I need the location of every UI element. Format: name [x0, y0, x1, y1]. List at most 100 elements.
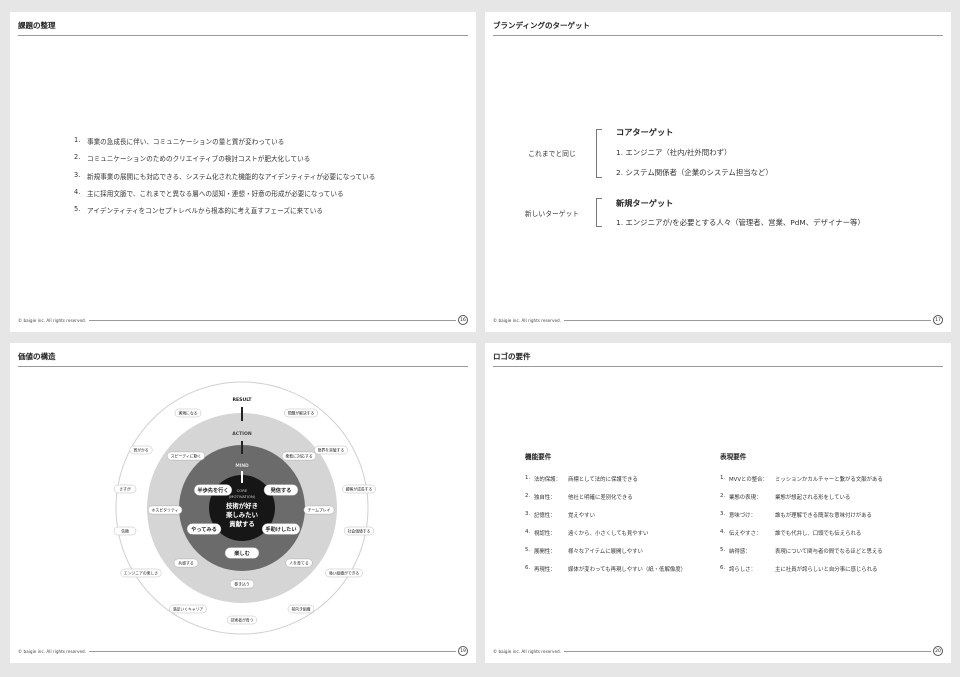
result-pill: 顧客が成長する — [342, 484, 376, 494]
result-pill: 前向き組織 — [287, 604, 315, 614]
pill-label: 強い組織ができる — [329, 570, 360, 575]
mind-pointer — [241, 471, 243, 483]
pill-label: 人を育てる — [289, 560, 309, 565]
value-structure-diagram: RESULT ACTION MIND CORE (MOTIVATION) 技術が… — [113, 381, 376, 635]
result-pill: 賞がかる — [129, 445, 153, 455]
action-pill: 柔軟に対応する — [281, 451, 317, 461]
pill-label: 実現になる — [179, 410, 198, 415]
result-pill: 信頼 — [113, 526, 137, 536]
copyright: © baigie inc. All rights reserved. — [493, 317, 562, 323]
pill-label: スピーディに動く — [171, 453, 202, 458]
segment-label-existing: これまでと同じ — [528, 150, 576, 158]
result-pill: さすが — [113, 484, 137, 494]
pill-label: 柔軟に対応する — [285, 453, 312, 458]
mind-pill: やってみる — [186, 523, 222, 535]
pill-label: 手助けしたい — [265, 525, 296, 533]
mind-pill: 半歩先を行く — [193, 484, 233, 496]
pill-label: エンジニアの楽しさ — [124, 570, 158, 575]
action-pill: 共感する — [173, 558, 199, 568]
slide-footer: © baigie inc. All rights reserved. 17 — [493, 315, 943, 325]
copyright: © baigie inc. All rights reserved. — [18, 317, 87, 323]
list-item: 1. MVVとの整合： ミッションかカルチャーと繋がる文脈がある — [720, 475, 883, 483]
list-item: 4. 視認性： 遠くから、小さくしても見やすい — [525, 529, 649, 538]
list-item: 5. 展開性： 様々なアイテムに展開しやすい — [525, 547, 643, 556]
action-pill: 巻き込う — [229, 579, 255, 589]
core-text: 貢献する — [229, 519, 255, 528]
pill-label: 社会価値する — [348, 528, 371, 533]
mind-pill: 手助けしたい — [261, 523, 301, 535]
result-pill: 実現になる — [174, 408, 202, 418]
copyright: © baigie inc. All rights reserved. — [18, 648, 87, 654]
slide-title: ロゴの要件 — [493, 352, 531, 361]
ring-label-result: RESULT — [232, 397, 252, 403]
pill-label: 共感する — [178, 560, 194, 565]
slide-footer: © baigie inc. All rights reserved. 20 — [493, 646, 943, 656]
footer-divider — [564, 650, 931, 652]
list-item: 2. 独自性： 他社と明確に差別化できる — [525, 493, 633, 502]
result-pill: 満足いくキャリア — [169, 604, 207, 614]
pill-label: さすが — [119, 486, 131, 491]
action-pill: 人を育てる — [285, 558, 313, 568]
functional-requirements-heading: 機能要件 — [525, 453, 552, 461]
result-pill: 技術者が育つ — [226, 615, 258, 625]
action-pill: ホスピタリティ — [147, 505, 183, 515]
page-number: 17 — [933, 315, 943, 325]
new-target-heading: 新規ターゲット — [616, 198, 674, 208]
result-pill: 問題が解決する — [284, 408, 318, 418]
core-target-heading: コアターゲット — [616, 127, 674, 137]
list-item: 5. 納得感： 表現について関与者の間でなるほどと思える — [720, 547, 883, 556]
result-pill: 強い組織ができる — [325, 568, 363, 578]
slide-title: ブランディングのターゲット — [493, 21, 590, 30]
result-pill: 限界を突破する — [314, 445, 348, 455]
list-item: 3. 意味づけ： 誰もが理解できる簡潔な意味付けがある — [720, 511, 872, 520]
core-text: 技術が好き — [226, 501, 258, 510]
pill-label: 信頼 — [121, 528, 129, 533]
new-target-item: 1. エンジニアが/を必要とする人々（管理者、営業、PdM、デザイナー等） — [616, 218, 865, 227]
list-item: 4. 伝えやすさ： 誰でも代弁し、口頭でも伝えられる — [720, 529, 862, 538]
result-pill: 社会価値する — [343, 526, 375, 536]
slide-17: ブランディングのターゲット これまでと同じ コアターゲット 1. エンジニア（社… — [485, 12, 951, 332]
list-item: 3. 記憶性： 覚えやすい — [525, 511, 595, 520]
bracket — [596, 129, 602, 178]
list-item: 1. 事業の急成長に伴い、コミュニケーションの量と質が変わっている — [74, 136, 285, 146]
pill-label: ホスピタリティ — [152, 507, 179, 512]
copyright: © baigie inc. All rights reserved. — [493, 648, 562, 654]
slide-footer: © baigie inc. All rights reserved. 16 — [18, 315, 468, 325]
ring-label-action: ACTION — [232, 431, 252, 437]
slide-footer: © baigie inc. All rights reserved. 19 — [18, 646, 468, 656]
list-item: 6. 誇らしさ： 主に社員が誇らしいと自分事に感じられる — [720, 565, 878, 574]
expressive-requirements-list: 1. MVVとの整合： ミッションかカルチャーと繋がる文脈がある 2. 業態の表現：業… — [720, 475, 883, 584]
segment-label-new: 新しいターゲット — [524, 210, 580, 218]
pill-label: 技術者が育つ — [231, 617, 254, 622]
action-pill: スピーディに動く — [166, 451, 206, 461]
pill-label: 半歩先を行く — [197, 486, 228, 494]
action-pill: チームプレイ — [303, 505, 335, 515]
mind-pill: 発信する — [263, 484, 299, 496]
pill-label: 賞がかる — [133, 447, 148, 452]
list-item: 1. 法的保護： 商標として法的に保護できる — [525, 475, 638, 483]
result-pill: エンジニアの楽しさ — [120, 568, 162, 578]
page-number: 20 — [933, 646, 943, 656]
title-divider — [493, 35, 943, 36]
core-target-item: 2. システム関係者（企業のシステム担当など） — [616, 168, 773, 177]
pill-label: 顧客が成長する — [346, 486, 373, 491]
expressive-requirements-heading: 表現要件 — [720, 453, 747, 461]
list-item: 2. コミュニケーションのためのクリエイティブの検討コストが肥大化している — [74, 153, 311, 164]
slide-title: 課題の整理 — [18, 21, 56, 30]
action-pointer — [241, 441, 243, 454]
pill-label: 楽しむ — [234, 549, 250, 557]
pill-label: やってみる — [191, 525, 217, 533]
core-label: CORE — [237, 488, 248, 493]
pill-label: 問題が解決する — [288, 410, 315, 415]
list-item: 3. 新規事業の展開にも対応できる、システム化された機能的なアイデンティティが必要… — [74, 170, 376, 181]
slide-19: 価値の構造 RESULT ACTION MIND CORE (MOTIVATIO… — [10, 343, 476, 663]
slide-16: 課題の整理 1. 事業の急成長に伴い、コミュニケーションの量と質が変わっている 2… — [10, 12, 476, 332]
pill-label: 満足いくキャリア — [173, 606, 204, 611]
footer-divider — [89, 319, 456, 321]
footer-divider — [89, 650, 456, 652]
page-number: 16 — [458, 315, 468, 325]
core-sublabel: (MOTIVATION) — [229, 494, 256, 499]
bracket — [596, 198, 602, 227]
pill-label: 前向き組織 — [292, 606, 311, 611]
title-divider — [493, 366, 943, 367]
